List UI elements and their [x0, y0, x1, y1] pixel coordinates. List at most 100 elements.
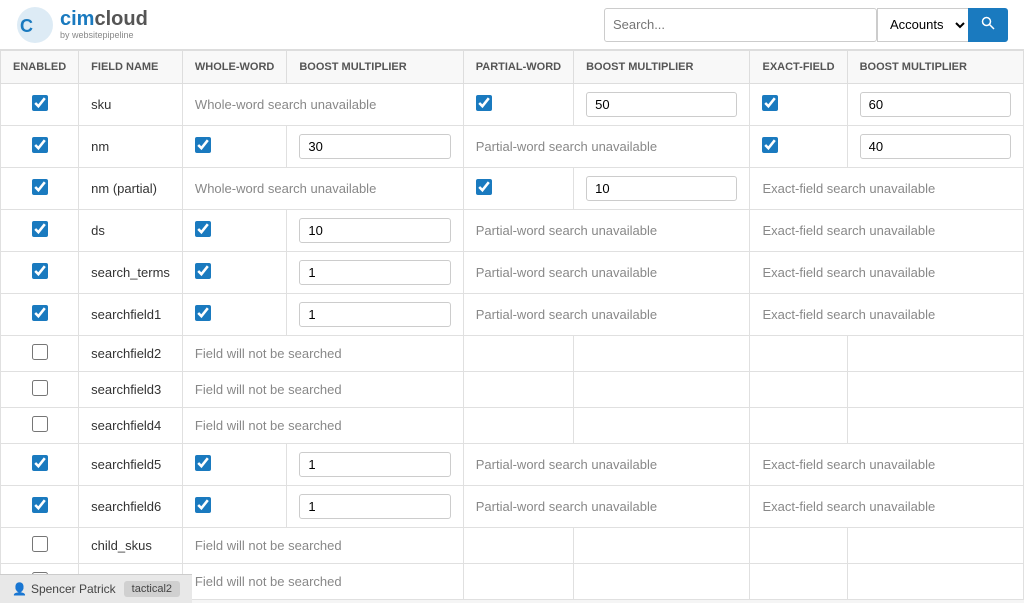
cell-enabled-11	[1, 528, 79, 564]
cell-boost1-1	[287, 126, 463, 168]
cell-wholeword-4	[182, 252, 286, 294]
checkbox-wholeword-9[interactable]	[195, 455, 211, 471]
partial-unavailable-5: Partial-word search unavailable	[476, 307, 657, 322]
table-row: nmPartial-word search unavailable	[1, 126, 1024, 168]
search-input[interactable]	[604, 8, 877, 42]
checkbox-wholeword-4[interactable]	[195, 263, 211, 279]
cell-partial-4: Partial-word search unavailable	[463, 252, 750, 294]
checkbox-enabled-5[interactable]	[32, 305, 48, 321]
checkbox-wholeword-1[interactable]	[195, 137, 211, 153]
partial-unavailable-9: Partial-word search unavailable	[476, 457, 657, 472]
cell-exact-11	[750, 528, 847, 564]
cell-partial-6	[463, 336, 573, 372]
table-row: skuWhole-word search unavailable	[1, 84, 1024, 126]
table-row: searchfield1 Partial-word search unavaila…	[1, 294, 1024, 336]
cell-partial-8	[463, 408, 573, 444]
user-name: Spencer Patrick	[31, 582, 116, 596]
table-row: searchfield6Partial-word search unavaila…	[1, 486, 1024, 528]
cell-boost3-0	[847, 84, 1023, 126]
exact-unavailable-4: Exact-field search unavailable	[762, 265, 935, 280]
input-boost2-2[interactable]	[586, 176, 737, 201]
cell-exact-8	[750, 408, 847, 444]
input-boost1-3[interactable]	[299, 218, 450, 243]
logo-icon: C	[16, 6, 54, 44]
exact-unavailable-3: Exact-field search unavailable	[762, 223, 935, 238]
cell-partial-7	[463, 372, 573, 408]
checkbox-partial-0[interactable]	[476, 95, 492, 111]
cell-exact-7	[750, 372, 847, 408]
cell-partial-0	[463, 84, 573, 126]
col-header-exact: EXACT-FIELD	[750, 51, 847, 84]
partial-unavailable-4: Partial-word search unavailable	[476, 265, 657, 280]
cell-wholeword-5	[182, 294, 286, 336]
checkbox-exact-0[interactable]	[762, 95, 778, 111]
cell-exact-2: Exact-field search unavailable	[750, 168, 1024, 210]
cell-wholeword-8: Field will not be searched	[182, 408, 463, 444]
input-boost1-1[interactable]	[299, 134, 450, 159]
checkbox-enabled-0[interactable]	[32, 95, 48, 111]
logo-cloud-text: cloud	[94, 9, 147, 29]
cell-exact-4: Exact-field search unavailable	[750, 252, 1024, 294]
checkbox-enabled-11[interactable]	[32, 536, 48, 552]
cell-enabled-10	[1, 486, 79, 528]
exact-unavailable-10: Exact-field search unavailable	[762, 499, 935, 514]
cell-enabled-4	[1, 252, 79, 294]
cell-partial-2	[463, 168, 573, 210]
checkbox-exact-1[interactable]	[762, 137, 778, 153]
footer-tag: tactical2	[124, 581, 180, 597]
search-area: Accounts	[604, 8, 1008, 42]
cell-fieldname-8: searchfield4	[79, 408, 183, 444]
header: C cimcloud by websitepipeline Accounts	[0, 0, 1024, 50]
input-boost3-1[interactable]	[860, 134, 1011, 159]
checkbox-enabled-2[interactable]	[32, 179, 48, 195]
checkbox-enabled-8[interactable]	[32, 416, 48, 432]
cell-wholeword-11: Field will not be searched	[182, 528, 463, 564]
cell-boost2-2	[574, 168, 750, 210]
search-button[interactable]	[968, 8, 1008, 42]
cell-enabled-5	[1, 294, 79, 336]
cell-partial-11	[463, 528, 573, 564]
cell-enabled-1	[1, 126, 79, 168]
cell-enabled-6	[1, 336, 79, 372]
table-row: search_termsPartial-word search unavaila…	[1, 252, 1024, 294]
checkbox-enabled-10[interactable]	[32, 497, 48, 513]
checkbox-wholeword-10[interactable]	[195, 497, 211, 513]
checkbox-enabled-4[interactable]	[32, 263, 48, 279]
cell-fieldname-5: searchfield1	[79, 294, 183, 336]
exact-unavailable-9: Exact-field search unavailable	[762, 457, 935, 472]
cell-boost1-9	[287, 444, 463, 486]
user-icon: 👤	[12, 582, 27, 596]
checkbox-enabled-3[interactable]	[32, 221, 48, 237]
cell-boost2-8	[574, 408, 750, 444]
checkbox-enabled-7[interactable]	[32, 380, 48, 396]
cell-boost2-11	[574, 528, 750, 564]
cell-wholeword-0: Whole-word search unavailable	[182, 84, 463, 126]
cell-fieldname-3: ds	[79, 210, 183, 252]
checkbox-partial-2[interactable]	[476, 179, 492, 195]
input-boost1-9[interactable]	[299, 452, 450, 477]
footer-bar: 👤 Spencer Patrick tactical2	[0, 574, 192, 603]
cell-fieldname-1: nm	[79, 126, 183, 168]
input-boost3-0[interactable]	[860, 92, 1011, 117]
table-row: searchfield2Field will not be searched	[1, 336, 1024, 372]
checkbox-enabled-9[interactable]	[32, 455, 48, 471]
table-row: nm (partial)Whole-word search unavailabl…	[1, 168, 1024, 210]
checkbox-wholeword-3[interactable]	[195, 221, 211, 237]
cell-fieldname-9: searchfield5	[79, 444, 183, 486]
wholeword-unavailable-8: Field will not be searched	[195, 418, 342, 433]
input-boost2-0[interactable]	[586, 92, 737, 117]
accounts-dropdown[interactable]: Accounts	[877, 8, 968, 42]
input-boost1-4[interactable]	[299, 260, 450, 285]
checkbox-wholeword-5[interactable]	[195, 305, 211, 321]
exact-unavailable-2: Exact-field search unavailable	[762, 181, 935, 196]
input-boost1-5[interactable]	[299, 302, 450, 327]
cell-fieldname-2: nm (partial)	[79, 168, 183, 210]
col-header-boost3: BOOST MULTIPLIER	[847, 51, 1023, 84]
col-header-partial: PARTIAL-WORD	[463, 51, 573, 84]
checkbox-enabled-1[interactable]	[32, 137, 48, 153]
col-header-boost2: BOOST MULTIPLIER	[574, 51, 750, 84]
cell-exact-0	[750, 84, 847, 126]
input-boost1-10[interactable]	[299, 494, 450, 519]
cell-wholeword-7: Field will not be searched	[182, 372, 463, 408]
checkbox-enabled-6[interactable]	[32, 344, 48, 360]
